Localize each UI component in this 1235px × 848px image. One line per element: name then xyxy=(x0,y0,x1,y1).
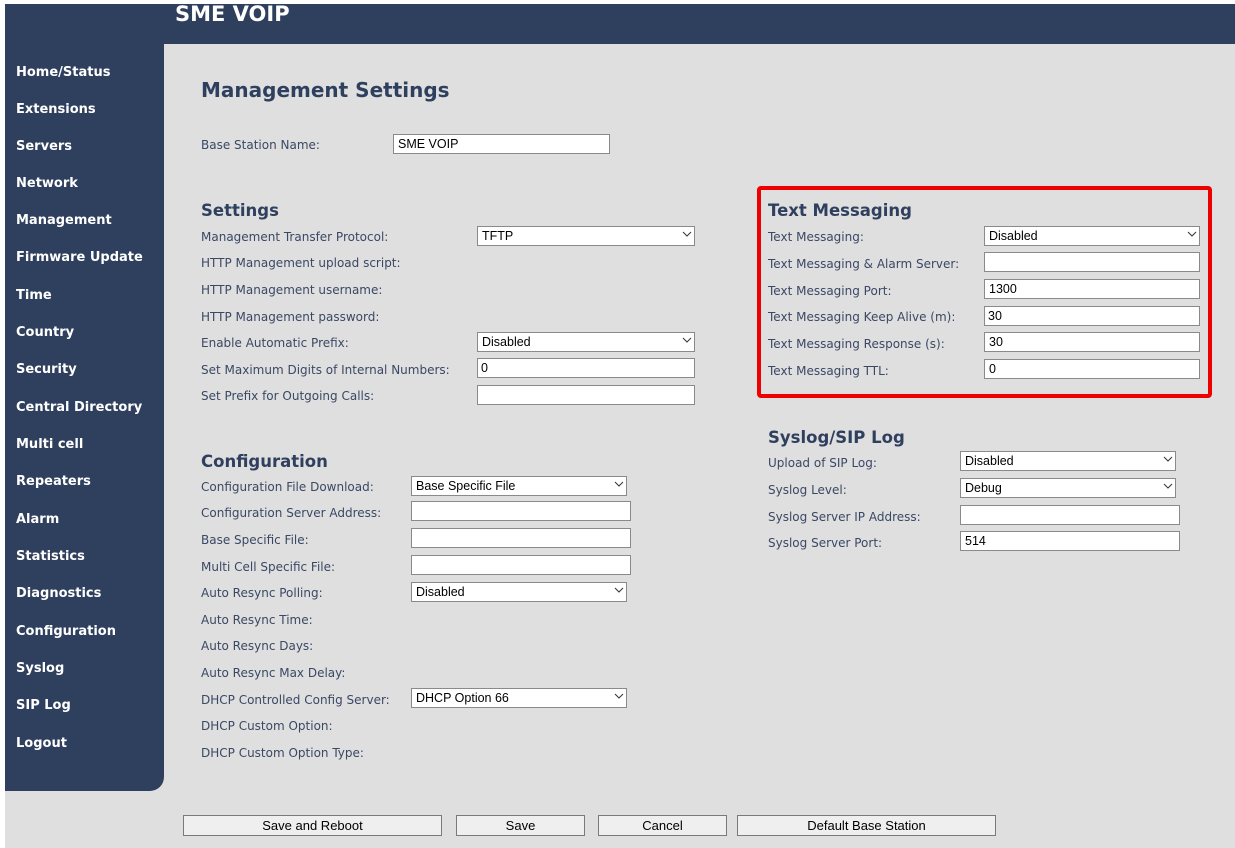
auto-resync-polling-select[interactable]: Disabled xyxy=(411,582,627,602)
sidebar-item-network[interactable]: Network xyxy=(16,176,78,191)
page-title: Management Settings xyxy=(201,78,450,102)
multi-cell-file-input[interactable] xyxy=(411,555,631,575)
sidebar-item-country[interactable]: Country xyxy=(16,325,74,340)
sidebar-item-statistics[interactable]: Statistics xyxy=(16,549,85,564)
ttl-label: Text Messaging TTL: xyxy=(768,364,889,378)
upload-sip-log-value: Disabled xyxy=(965,454,1014,468)
chevron-down-icon xyxy=(1163,455,1173,463)
sidebar: Home/Status Extensions Servers Network M… xyxy=(5,44,164,791)
sidebar-item-repeaters[interactable]: Repeaters xyxy=(16,474,91,489)
app-title: SME VOIP xyxy=(175,2,290,26)
sidebar-item-alarm[interactable]: Alarm xyxy=(16,512,59,527)
auto-prefix-select[interactable]: Disabled xyxy=(477,332,695,352)
upload-sip-log-select[interactable]: Disabled xyxy=(960,451,1176,471)
base-specific-file-label: Base Specific File: xyxy=(201,533,309,547)
chevron-down-icon xyxy=(614,586,624,594)
config-server-address-label: Configuration Server Address: xyxy=(201,506,382,520)
sidebar-item-management[interactable]: Management xyxy=(16,213,112,228)
http-upload-script-label: HTTP Management upload script: xyxy=(201,256,401,270)
auto-resync-polling-value: Disabled xyxy=(416,585,465,599)
max-digits-input[interactable]: 0 xyxy=(477,358,695,378)
dhcp-config-server-value: DHCP Option 66 xyxy=(416,691,509,705)
keep-alive-label: Text Messaging Keep Alive (m): xyxy=(768,310,956,324)
alarm-server-label: Text Messaging & Alarm Server: xyxy=(768,257,960,271)
response-input[interactable]: 30 xyxy=(984,332,1200,352)
syslog-server-port-input[interactable]: 514 xyxy=(960,531,1180,551)
base-station-name-label: Base Station Name: xyxy=(201,138,320,152)
syslog-heading: Syslog/SIP Log xyxy=(768,428,905,447)
sidebar-item-time[interactable]: Time xyxy=(16,288,52,303)
cancel-button[interactable]: Cancel xyxy=(598,815,727,836)
auto-prefix-label: Enable Automatic Prefix: xyxy=(201,336,349,350)
sidebar-item-security[interactable]: Security xyxy=(16,362,77,377)
syslog-server-ip-input[interactable] xyxy=(960,505,1180,525)
chevron-down-icon xyxy=(682,230,692,238)
keep-alive-input[interactable]: 30 xyxy=(984,306,1200,326)
default-base-station-button[interactable]: Default Base Station xyxy=(737,815,996,836)
page-frame: SME VOIP Home/Status Extensions Servers … xyxy=(5,2,1235,848)
transfer-protocol-value: TFTP xyxy=(482,229,514,243)
auto-resync-max-delay-label: Auto Resync Max Delay: xyxy=(201,666,346,680)
config-file-download-select[interactable]: Base Specific File xyxy=(411,476,627,496)
auto-resync-days-label: Auto Resync Days: xyxy=(201,639,314,653)
dhcp-custom-option-label: DHCP Custom Option: xyxy=(201,719,333,733)
upload-sip-log-label: Upload of SIP Log: xyxy=(768,456,877,470)
sidebar-item-central-directory[interactable]: Central Directory xyxy=(16,400,142,415)
response-label: Text Messaging Response (s): xyxy=(768,337,945,351)
config-server-address-input[interactable] xyxy=(411,501,631,521)
config-file-download-label: Configuration File Download: xyxy=(201,480,374,494)
auto-resync-time-label: Auto Resync Time: xyxy=(201,613,313,627)
syslog-level-select[interactable]: Debug xyxy=(960,478,1176,498)
syslog-level-label: Syslog Level: xyxy=(768,483,847,497)
auto-prefix-value: Disabled xyxy=(482,335,531,349)
http-username-label: HTTP Management username: xyxy=(201,283,383,297)
save-and-reboot-button[interactable]: Save and Reboot xyxy=(183,815,442,836)
text-messaging-label: Text Messaging: xyxy=(768,230,864,244)
sidebar-item-firmware-update[interactable]: Firmware Update xyxy=(16,250,143,265)
chevron-down-icon xyxy=(1187,230,1197,238)
sidebar-item-servers[interactable]: Servers xyxy=(16,139,72,154)
syslog-server-port-label: Syslog Server Port: xyxy=(768,536,883,550)
dhcp-config-server-label: DHCP Controlled Config Server: xyxy=(201,693,390,707)
sidebar-item-sip-log[interactable]: SIP Log xyxy=(16,698,71,713)
text-messaging-port-input[interactable]: 1300 xyxy=(984,279,1200,299)
base-specific-file-input[interactable] xyxy=(411,528,631,548)
ttl-input[interactable]: 0 xyxy=(984,359,1200,379)
transfer-protocol-label: Management Transfer Protocol: xyxy=(201,230,389,244)
alarm-server-input[interactable] xyxy=(984,252,1200,272)
text-messaging-port-label: Text Messaging Port: xyxy=(768,284,892,298)
syslog-server-ip-label: Syslog Server IP Address: xyxy=(768,510,921,524)
sidebar-item-logout[interactable]: Logout xyxy=(16,736,67,751)
syslog-level-value: Debug xyxy=(965,481,1002,495)
config-file-download-value: Base Specific File xyxy=(416,479,516,493)
chevron-down-icon xyxy=(614,692,624,700)
sidebar-item-syslog[interactable]: Syslog xyxy=(16,661,64,676)
sidebar-item-extensions[interactable]: Extensions xyxy=(16,102,96,117)
sidebar-item-home-status[interactable]: Home/Status xyxy=(16,65,110,80)
text-messaging-select[interactable]: Disabled xyxy=(984,226,1200,246)
http-password-label: HTTP Management password: xyxy=(201,310,380,324)
multi-cell-file-label: Multi Cell Specific File: xyxy=(201,560,336,574)
settings-heading: Settings xyxy=(201,201,279,220)
dhcp-custom-option-type-label: DHCP Custom Option Type: xyxy=(201,746,364,760)
sidebar-item-multi-cell[interactable]: Multi cell xyxy=(16,437,83,452)
chevron-down-icon xyxy=(1163,482,1173,490)
sidebar-item-diagnostics[interactable]: Diagnostics xyxy=(16,586,101,601)
text-messaging-heading: Text Messaging xyxy=(768,201,912,220)
auto-resync-polling-label: Auto Resync Polling: xyxy=(201,586,323,600)
chevron-down-icon xyxy=(682,336,692,344)
text-messaging-value: Disabled xyxy=(989,229,1038,243)
outgoing-prefix-input[interactable] xyxy=(477,385,695,405)
dhcp-config-server-select[interactable]: DHCP Option 66 xyxy=(411,688,627,708)
configuration-heading: Configuration xyxy=(201,452,328,471)
max-digits-label: Set Maximum Digits of Internal Numbers: xyxy=(201,363,450,377)
chevron-down-icon xyxy=(614,480,624,488)
transfer-protocol-select[interactable]: TFTP xyxy=(477,226,695,246)
base-station-name-input[interactable]: SME VOIP xyxy=(393,134,610,154)
top-header: SME VOIP xyxy=(5,2,1235,44)
outgoing-prefix-label: Set Prefix for Outgoing Calls: xyxy=(201,389,375,403)
sidebar-item-configuration[interactable]: Configuration xyxy=(16,624,116,639)
save-button[interactable]: Save xyxy=(456,815,585,836)
